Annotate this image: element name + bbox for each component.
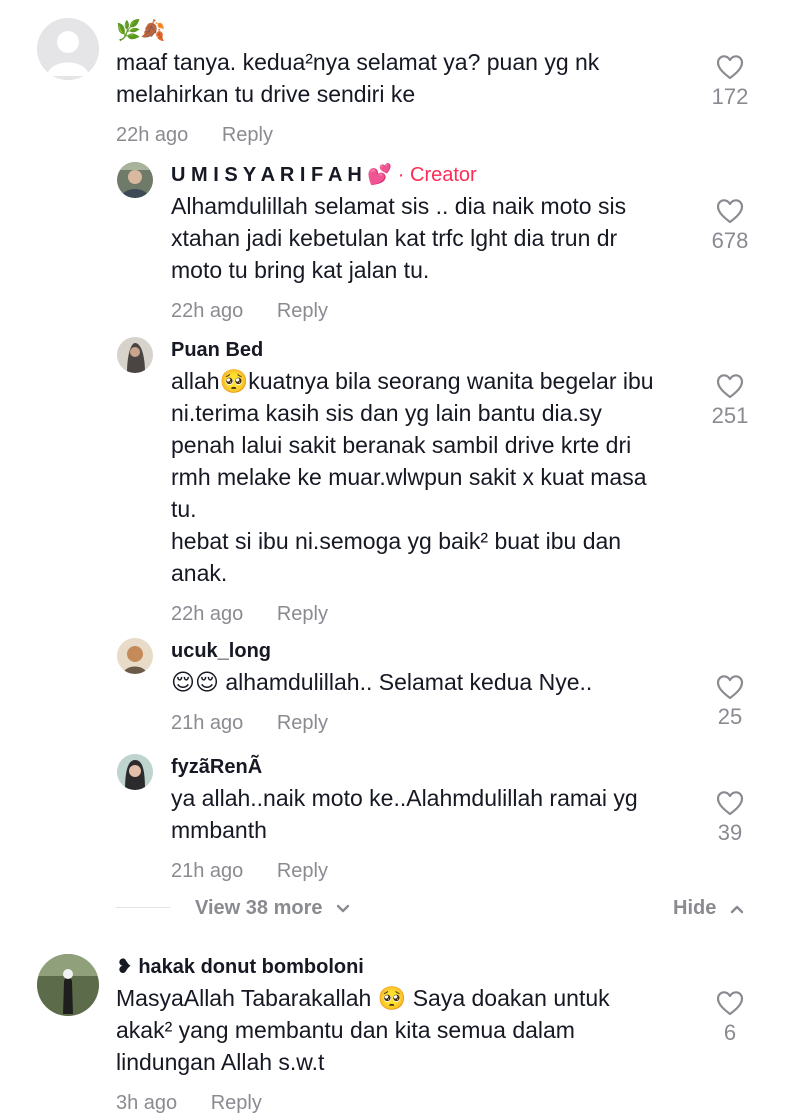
comment-text-line: mmbanth [171, 817, 267, 843]
comment-text-line: penah lalui sakit beranak sambil drive k… [171, 432, 632, 458]
comment-meta: 22h ago Reply [116, 122, 599, 148]
like-count: 251 [711, 403, 749, 428]
comment-text: 😌😌 alhamdulillah.. Selamat kedua Nye.. [171, 666, 592, 698]
comment-time: 3h ago [116, 1092, 178, 1114]
comment-text-line: moto tu bring kat jalan tu. [171, 257, 430, 283]
comment-text-line: MasyaAllah Tabarakallah 🥺 Saya doakan un… [116, 985, 610, 1011]
comment-text: ya allah..naik moto ke..Alahmdulillah ra… [171, 782, 638, 846]
avatar-photo [117, 162, 153, 198]
heart-outline-icon [716, 991, 744, 1016]
comment-text-line: tu. [171, 496, 197, 522]
comment-time: 21h ago [171, 712, 244, 734]
heart-outline-icon [716, 791, 744, 816]
heart-outline-icon [716, 55, 744, 80]
like-count: 172 [711, 84, 749, 109]
heart-outline-icon [716, 374, 744, 399]
creator-badge: · Creator [397, 164, 477, 186]
like-button[interactable]: 251 [700, 373, 760, 429]
reply-button[interactable]: Reply [277, 858, 328, 884]
comment-text-line: rmh melake ke muar.wlwpun sakit x kuat m… [171, 464, 647, 490]
heart-outline-icon [716, 199, 744, 224]
comment-username[interactable]: 🌿🍂 [116, 18, 599, 44]
like-count: 39 [717, 820, 743, 845]
avatar-photo [117, 754, 153, 790]
comment-text-line: maaf tanya. kedua²nya selamat ya? puan y… [116, 49, 600, 75]
avatar[interactable] [117, 337, 153, 373]
comment-time: 21h ago [171, 860, 244, 882]
reply-button[interactable]: Reply [211, 1090, 262, 1116]
comment-username[interactable]: ucuk_long [171, 638, 592, 664]
comment-time: 22h ago [171, 603, 244, 625]
comment-time: 22h ago [116, 124, 189, 146]
avatar-photo [37, 954, 99, 1016]
comment-text-line: ni.terima kasih sis dan yg lain bantu di… [171, 400, 602, 426]
default-avatar-icon [37, 18, 99, 80]
like-button[interactable]: 678 [700, 198, 760, 254]
like-count: 25 [717, 704, 743, 729]
comment-username[interactable]: fyzãRenÃ [171, 754, 638, 780]
like-button[interactable]: 25 [700, 674, 760, 730]
avatar[interactable] [117, 754, 153, 790]
like-count: 6 [723, 1020, 737, 1045]
comment-text: allah🥺kuatnya bila seorang wanita begela… [171, 365, 654, 589]
comment-header: U M I S Y A R I F A H 💕 · Creator [171, 162, 626, 188]
comment-text-line: xtahan jadi kebetulan kat trfc lght dia … [171, 225, 618, 251]
view-more-replies-button[interactable]: View 38 more [195, 893, 350, 923]
avatar[interactable] [37, 18, 99, 80]
comment-text-line: ya allah..naik moto ke..Alahmdulillah ra… [171, 785, 638, 811]
comment-text: Alhamdulillah selamat sis .. dia naik mo… [171, 190, 626, 286]
hide-replies-button[interactable]: Hide [673, 893, 744, 923]
comment-text-line: anak. [171, 560, 228, 586]
reply-button[interactable]: Reply [277, 710, 328, 736]
view-more-label: View 38 more [195, 897, 323, 919]
divider [116, 907, 170, 908]
avatar[interactable] [37, 954, 99, 1016]
comment-text: MasyaAllah Tabarakallah 🥺 Saya doakan un… [116, 982, 610, 1078]
comment-meta: 21h ago Reply [171, 710, 592, 736]
comment-meta: 22h ago Reply [171, 601, 654, 627]
comment-meta: 22h ago Reply [171, 298, 626, 324]
reply-button[interactable]: Reply [277, 298, 328, 324]
avatar-photo [117, 337, 153, 373]
reply-button[interactable]: Reply [277, 601, 328, 627]
comment-text-line: melahirkan tu drive sendiri ke [116, 81, 416, 107]
heart-outline-icon [716, 675, 744, 700]
like-button[interactable]: 172 [700, 54, 760, 110]
avatar[interactable] [117, 162, 153, 198]
chevron-up-icon [730, 905, 744, 913]
avatar[interactable] [117, 638, 153, 674]
comment-meta: 3h ago Reply [116, 1090, 610, 1116]
comment-username[interactable]: Puan Bed [171, 337, 654, 363]
like-button[interactable]: 39 [700, 790, 760, 846]
like-count: 678 [711, 228, 749, 253]
avatar-photo [117, 638, 153, 674]
comment-meta: 21h ago Reply [171, 858, 638, 884]
comment-text-line: akak² yang membantu dan kita semua dalam [116, 1017, 575, 1043]
comment-username[interactable]: U M I S Y A R I F A H 💕 [171, 164, 392, 186]
hide-label: Hide [673, 897, 717, 919]
comment-username[interactable]: ❥ hakak donut bomboloni [116, 954, 610, 980]
comment-text-line: 😌😌 alhamdulillah.. Selamat kedua Nye.. [171, 669, 593, 695]
chevron-down-icon [336, 904, 350, 912]
reply-button[interactable]: Reply [222, 122, 273, 148]
comment-text-line: lindungan Allah s.w.t [116, 1049, 325, 1075]
like-button[interactable]: 6 [700, 990, 760, 1046]
replies-controls: View 38 more Hide [0, 893, 800, 923]
comment-text-line: hebat si ibu ni.semoga yg baik² buat ibu… [171, 528, 622, 554]
comment-text-line: Alhamdulillah selamat sis .. dia naik mo… [171, 193, 627, 219]
comment-text: maaf tanya. kedua²nya selamat ya? puan y… [116, 46, 599, 110]
comment-text-line: allah🥺kuatnya bila seorang wanita begela… [171, 368, 654, 394]
comment-time: 22h ago [171, 300, 244, 322]
